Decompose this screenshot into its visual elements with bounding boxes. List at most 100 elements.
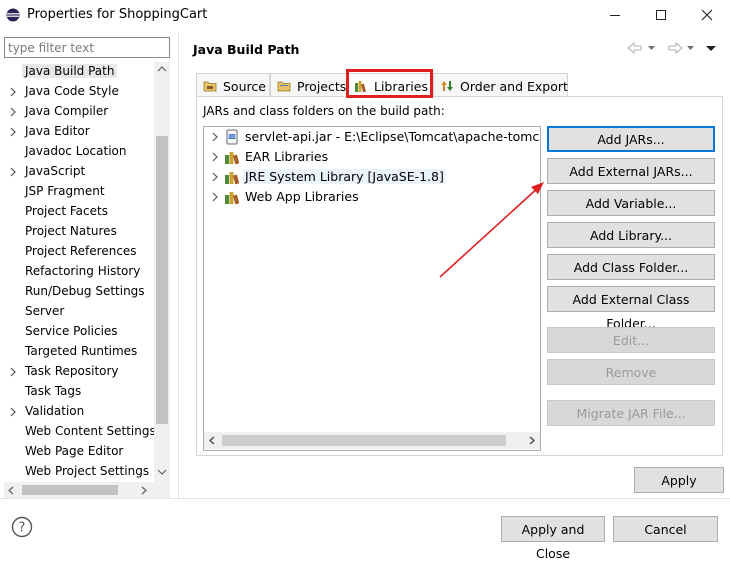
back-arrow-icon <box>627 41 642 55</box>
svg-text:010: 010 <box>228 134 236 139</box>
list-item[interactable]: 010 servlet-api.jar - E:\Eclipse\Tomcat\… <box>204 127 540 147</box>
scroll-right-icon <box>141 486 147 495</box>
add-jars-button[interactable]: Add JARs... <box>547 126 715 152</box>
forward-menu-chevron-icon <box>687 46 694 50</box>
tree-item[interactable]: Run/Debug Settings <box>4 282 154 302</box>
add-library-button[interactable]: Add Library... <box>547 222 715 248</box>
tab-projects[interactable]: Projects <box>270 73 347 97</box>
tree-hscroll-thumb[interactable] <box>22 485 118 495</box>
pane-divider[interactable] <box>178 32 179 498</box>
tree-item[interactable]: Targeted Runtimes <box>4 342 154 362</box>
projects-icon <box>277 81 291 92</box>
tree-item[interactable]: Web Content Settings <box>4 422 154 442</box>
tree-item-label: Project Natures <box>25 224 117 238</box>
chevron-right-icon[interactable] <box>7 85 19 99</box>
edit-button[interactable]: Edit... <box>547 327 715 353</box>
tree-item-label: Project Facets <box>25 204 108 218</box>
list-hscroll-thumb[interactable] <box>222 435 506 446</box>
tab-order-and-export[interactable]: Order and Export <box>433 73 568 97</box>
cancel-button[interactable]: Cancel <box>613 516 718 542</box>
close-icon <box>701 9 713 21</box>
tree-item-label: Validation <box>25 404 85 418</box>
scroll-down-icon <box>157 469 167 475</box>
tree-item[interactable]: Project Natures <box>4 222 154 242</box>
help-icon[interactable]: ? <box>11 516 33 538</box>
list-item-label: Web App Libraries <box>245 189 359 204</box>
eclipse-icon <box>6 8 20 22</box>
filter-input[interactable] <box>4 37 170 58</box>
tree-item[interactable]: Refactoring History <box>4 262 154 282</box>
apply-button[interactable]: Apply <box>634 467 724 493</box>
library-icon <box>225 152 240 165</box>
tree-item[interactable]: Java Build Path <box>4 62 154 82</box>
tree-item[interactable]: Task Repository <box>4 362 154 382</box>
tree-item-label: Java Editor <box>25 124 90 138</box>
page-title: Java Build Path <box>193 42 300 57</box>
add-class-folder-button[interactable]: Add Class Folder... <box>547 254 715 280</box>
tree-item[interactable]: Server <box>4 302 154 322</box>
jar-icon: 010 <box>226 129 238 145</box>
tree-item-label: JavaScript <box>25 164 86 178</box>
add-external-class-folder-button[interactable]: Add External Class Folder... <box>547 286 715 331</box>
chevron-right-icon[interactable] <box>7 165 19 179</box>
build-path-list[interactable]: 010 servlet-api.jar - E:\Eclipse\Tomcat\… <box>203 126 541 451</box>
add-variable-button[interactable]: Add Variable... <box>547 190 715 216</box>
tree-item[interactable]: Java Code Style <box>4 82 154 102</box>
tree-item[interactable]: JSP Fragment <box>4 182 154 202</box>
build-path-label: JARs and class folders on the build path… <box>203 104 445 118</box>
tree-item[interactable]: JavaScript <box>4 162 154 182</box>
chevron-right-icon[interactable] <box>210 130 220 144</box>
apply-and-close-button[interactable]: Apply and Close <box>501 516 605 561</box>
chevron-right-icon[interactable] <box>210 170 220 184</box>
chevron-right-icon[interactable] <box>210 150 220 164</box>
chevron-right-icon[interactable] <box>7 105 19 119</box>
list-item[interactable]: EAR Libraries <box>204 147 540 167</box>
tab-source[interactable]: Source <box>196 73 270 97</box>
tab-label: Projects <box>297 79 347 94</box>
close-button[interactable] <box>684 0 730 30</box>
view-menu-icon <box>706 46 716 51</box>
maximize-button[interactable] <box>638 0 684 30</box>
chevron-right-icon[interactable] <box>210 190 220 204</box>
annotation-arrow <box>439 182 544 278</box>
footer-divider <box>0 498 730 499</box>
tree-item[interactable]: Javadoc Location <box>4 142 154 162</box>
chevron-right-icon[interactable] <box>7 365 19 379</box>
tree-item[interactable]: Service Policies <box>4 322 154 342</box>
back-menu-chevron-icon <box>648 46 655 50</box>
tree-item-label: Web Content Settings <box>25 424 154 438</box>
tree-item[interactable]: Project References <box>4 242 154 262</box>
order-export-icon <box>441 81 453 91</box>
tree-item[interactable]: Validation <box>4 402 154 422</box>
tree-item[interactable]: Java Editor <box>4 122 154 142</box>
scroll-left-icon <box>8 486 14 495</box>
scroll-left-icon <box>209 436 215 445</box>
tree-item-label: Web Project Settings <box>25 464 150 478</box>
migrate-jar-button[interactable]: Migrate JAR File... <box>547 400 715 426</box>
tree-item[interactable]: Project Facets <box>4 202 154 222</box>
chevron-right-icon[interactable] <box>7 125 19 139</box>
scroll-up-icon <box>157 66 167 72</box>
tree-item[interactable]: Web Project Settings <box>4 462 154 482</box>
tree-item[interactable]: Web Page Editor <box>4 442 154 462</box>
tree-item-label: Web Page Editor <box>25 444 124 458</box>
tree-item-label: Task Tags <box>25 384 82 398</box>
tree-item-label: Run/Debug Settings <box>25 284 145 298</box>
remove-button[interactable]: Remove <box>547 359 715 385</box>
source-folder-icon <box>203 81 217 92</box>
history-navigation[interactable] <box>626 40 718 56</box>
add-external-jars-button[interactable]: Add External JARs... <box>547 158 715 184</box>
tree-item-label: Java Code Style <box>25 84 119 98</box>
chevron-right-icon[interactable] <box>7 405 19 419</box>
tree-item-label: Server <box>25 304 65 318</box>
tab-label: Order and Export <box>460 79 568 94</box>
minimize-icon <box>610 15 620 16</box>
tree-item[interactable]: Java Compiler <box>4 102 154 122</box>
tree-item[interactable]: Task Tags <box>4 382 154 402</box>
tree-item-label: Project References <box>25 244 137 258</box>
tree-item-label: JSP Fragment <box>25 184 105 198</box>
tree-scroll-thumb[interactable] <box>156 136 168 424</box>
minimize-button[interactable] <box>592 0 638 30</box>
tree-item-label: Targeted Runtimes <box>25 344 138 358</box>
tree-item-label: Java Build Path <box>22 64 118 78</box>
